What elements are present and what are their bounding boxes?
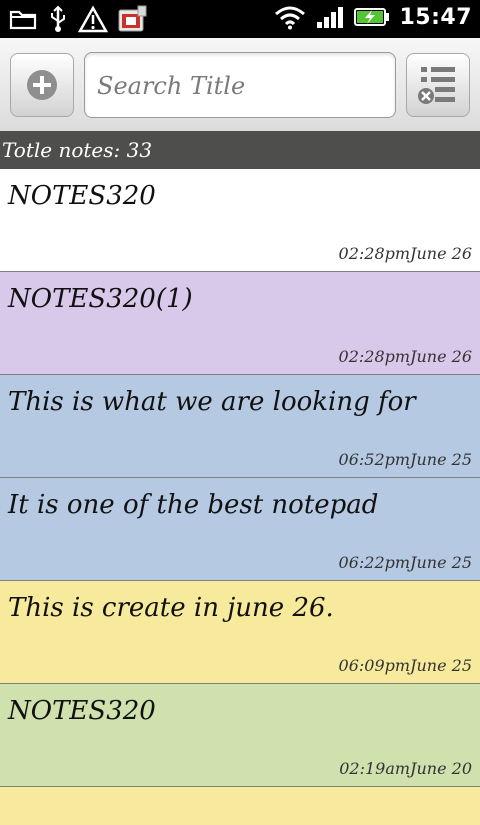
note-title: This is create in june 26.	[8, 593, 334, 623]
note-title: NOTES320	[8, 696, 156, 726]
note-timestamp: 06:22pmJune 25	[338, 553, 472, 572]
notes-count-label: Totle notes: 33	[0, 131, 480, 169]
list-settings-button[interactable]	[406, 53, 470, 117]
note-timestamp: 06:09pmJune 25	[338, 656, 472, 675]
status-left-icons	[8, 4, 148, 34]
note-title: It is one of the best notepad	[8, 490, 379, 520]
note-timestamp: 02:28pmJune 26	[338, 347, 472, 366]
warning-icon	[78, 5, 108, 33]
note-item[interactable]: NOTES320(1) 02:28pmJune 26	[0, 272, 480, 375]
note-title: NOTES320	[8, 181, 156, 211]
toolbar	[0, 38, 480, 132]
calendar-app-icon	[118, 5, 147, 32]
note-item[interactable]	[0, 787, 480, 825]
battery-charging-icon	[354, 8, 390, 26]
note-timestamp: 06:52pmJune 25	[338, 450, 472, 469]
note-timestamp: 02:28pmJune 26	[338, 244, 472, 263]
note-item[interactable]: This is what we are looking for 06:52pmJ…	[0, 375, 480, 478]
note-title: NOTES320(1)	[8, 284, 193, 314]
note-title: This is what we are looking for	[8, 387, 416, 417]
status-time: 15:47	[399, 4, 472, 30]
usb-icon	[51, 5, 65, 32]
search-input[interactable]	[95, 63, 389, 109]
add-note-button[interactable]	[10, 53, 74, 117]
notes-list: NOTES320 02:28pmJune 26 NOTES320(1) 02:2…	[0, 169, 480, 825]
note-item[interactable]: It is one of the best notepad 06:22pmJun…	[0, 478, 480, 581]
status-right-icons: 15:47	[273, 4, 472, 30]
plus-circle-icon	[27, 70, 57, 100]
note-timestamp: 02:19amJune 20	[339, 759, 472, 778]
note-item[interactable]: NOTES320 02:28pmJune 26	[0, 169, 480, 272]
note-item[interactable]: NOTES320 02:19amJune 20	[0, 684, 480, 787]
list-settings-icon	[418, 67, 455, 104]
folder-icon	[9, 10, 37, 30]
signal-icon	[317, 7, 344, 28]
status-bar: 15:47	[0, 0, 480, 38]
wifi-icon	[275, 6, 306, 30]
search-field[interactable]	[84, 52, 396, 118]
note-item[interactable]: This is create in june 26. 06:09pmJune 2…	[0, 581, 480, 684]
